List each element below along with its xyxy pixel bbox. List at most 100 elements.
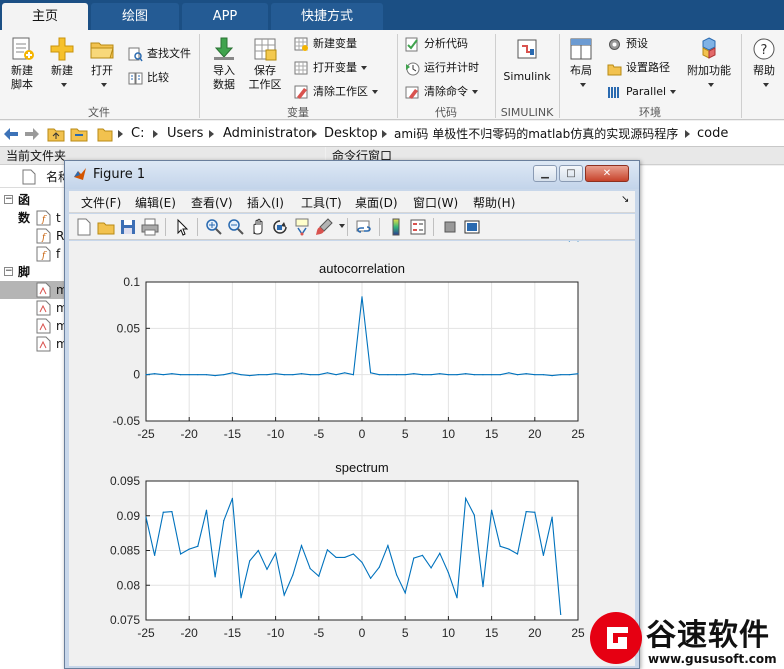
breadcrumb-project-folder[interactable]: ami码 单极性不归零码的matlab仿真的实现源码程序 xyxy=(394,121,678,147)
breadcrumb-separator xyxy=(312,130,317,138)
y-tick-label: 0.08 xyxy=(117,578,141,592)
open-variable-button[interactable]: 打开变量 xyxy=(294,58,367,78)
chevron-down-icon[interactable] xyxy=(339,224,345,228)
brush-icon[interactable] xyxy=(315,218,333,236)
clear-workspace-button[interactable]: 清除工作区 xyxy=(294,82,378,102)
gear-icon xyxy=(609,38,620,50)
back-arrow-icon[interactable] xyxy=(3,127,19,141)
ribbon-tab-bar: 主页 绘图 APP 快捷方式 xyxy=(0,0,784,30)
zoom-out-icon[interactable] xyxy=(227,218,245,236)
function-file-icon: f xyxy=(36,228,51,244)
save-workspace-button[interactable]: 保存 工作区 xyxy=(246,36,284,92)
breadcrumb-code[interactable]: code xyxy=(697,121,728,147)
legend-icon[interactable] xyxy=(409,218,427,236)
pan-icon[interactable] xyxy=(249,218,267,236)
analyze-code-button[interactable]: 分析代码 xyxy=(405,34,468,54)
menu-tools[interactable]: 工具(T) xyxy=(301,194,342,211)
find-files-button[interactable]: 查找文件 xyxy=(128,44,191,64)
tab-shortcuts[interactable]: 快捷方式 xyxy=(271,3,383,30)
menu-view[interactable]: 查看(V) xyxy=(191,194,233,211)
minimize-button[interactable]: ▁ xyxy=(533,165,557,182)
zoom-in-icon[interactable] xyxy=(205,218,223,236)
link-plot-icon[interactable] xyxy=(355,218,373,236)
layout-button[interactable]: 布局 xyxy=(564,36,598,92)
breadcrumb-drive[interactable]: C: xyxy=(131,121,144,147)
clear-commands-button[interactable]: 清除命令 xyxy=(405,82,478,102)
breadcrumb-desktop[interactable]: Desktop xyxy=(324,121,378,147)
data-point xyxy=(257,374,259,376)
menu-file[interactable]: 文件(F) xyxy=(81,194,121,211)
addons-button[interactable]: 附加功能 xyxy=(686,36,732,92)
maximize-button[interactable]: □ xyxy=(559,165,583,182)
data-point xyxy=(482,586,484,588)
help-button[interactable]: ? 帮助 xyxy=(746,36,782,92)
hide-plot-tools-icon[interactable] xyxy=(441,218,459,236)
clear-commands-icon xyxy=(405,86,419,99)
open-button[interactable]: 打开 xyxy=(84,36,120,92)
breadcrumb-separator xyxy=(153,130,158,138)
menu-edit[interactable]: 编辑(E) xyxy=(135,194,176,211)
pointer-icon[interactable] xyxy=(173,218,191,236)
set-path-button[interactable]: 设置路径 xyxy=(607,58,670,78)
data-point xyxy=(378,374,380,376)
new-variable-button[interactable]: 新建变量 xyxy=(294,34,357,54)
data-point xyxy=(542,374,545,376)
menu-desktop[interactable]: 桌面(D) xyxy=(355,194,398,211)
data-cursor-icon[interactable] xyxy=(293,218,311,236)
menu-help[interactable]: 帮助(H) xyxy=(473,194,515,211)
simulink-button[interactable]: Simulink xyxy=(500,36,554,84)
new-button[interactable]: 新建 xyxy=(44,36,80,92)
save-icon[interactable] xyxy=(119,218,137,236)
show-plot-tools-icon[interactable] xyxy=(463,218,481,236)
tab-home[interactable]: 主页 xyxy=(2,3,88,30)
menu-window[interactable]: 窗口(W) xyxy=(413,194,458,211)
parallel-button[interactable]: Parallel xyxy=(607,82,677,102)
figure-canvas[interactable]: -25 -20 -15 -10 -5 0 5 10 15 20 25 0.1 0.05 0 -0.05 aut… xyxy=(69,240,635,666)
save-workspace-label: 保存 工作区 xyxy=(248,64,282,91)
menu-insert[interactable]: 插入(I) xyxy=(247,194,284,211)
y-tick-label: 0.095 xyxy=(110,474,140,488)
group-divider xyxy=(741,34,742,118)
preferences-button[interactable]: 预设 xyxy=(607,34,648,54)
toolbar-separator xyxy=(347,218,348,236)
run-and-time-button[interactable]: 运行并计时 xyxy=(405,58,479,78)
folder-open-icon xyxy=(90,42,114,59)
data-point xyxy=(456,374,458,376)
data-point xyxy=(534,511,536,513)
set-path-label: 设置路径 xyxy=(626,61,670,74)
browse-folder-icon[interactable] xyxy=(70,126,88,142)
tab-plots[interactable]: 绘图 xyxy=(91,3,179,30)
dock-arrow-icon[interactable]: ↘ xyxy=(621,194,629,205)
x-tick-label: -25 xyxy=(137,626,155,640)
run-and-time-icon xyxy=(406,62,420,75)
functions-group-label: 函数 xyxy=(18,193,31,225)
data-point xyxy=(404,374,406,376)
chart-title: spectrum xyxy=(335,460,388,475)
up-folder-icon[interactable] xyxy=(47,126,65,142)
collapse-icon[interactable]: − xyxy=(4,195,13,204)
rotate-3d-icon[interactable] xyxy=(271,218,289,236)
close-button[interactable]: ✕ xyxy=(585,165,629,182)
compare-button[interactable]: 比较 xyxy=(128,68,169,88)
x-tick-label: 20 xyxy=(528,626,542,640)
data-point xyxy=(318,575,320,577)
clear-workspace-label: 清除工作区 xyxy=(313,85,368,98)
collapse-icon[interactable]: − xyxy=(4,267,13,276)
data-point xyxy=(179,374,182,376)
new-script-button[interactable]: 新建 脚本 xyxy=(4,36,40,92)
new-figure-icon[interactable] xyxy=(75,218,93,236)
x-tick-label: 0 xyxy=(359,427,366,441)
tab-apps[interactable]: APP xyxy=(182,3,268,30)
data-point xyxy=(240,374,242,376)
breadcrumb-users[interactable]: Users xyxy=(167,121,203,147)
data-point xyxy=(188,548,190,550)
figure-window: Figure 1 ▁ □ ✕ 文件(F) 编辑(E) 查看(V) 插入(I) 工… xyxy=(64,160,640,669)
breadcrumb-administrator[interactable]: Administrator xyxy=(223,121,312,147)
open-file-icon[interactable] xyxy=(97,218,115,236)
figure-title-bar[interactable]: Figure 1 ▁ □ ✕ xyxy=(65,161,639,189)
import-data-button[interactable]: 导入 数据 xyxy=(206,36,242,92)
print-icon[interactable] xyxy=(141,218,159,236)
forward-arrow-icon[interactable] xyxy=(24,127,40,141)
colorbar-icon[interactable] xyxy=(387,218,405,236)
data-point xyxy=(309,374,311,376)
